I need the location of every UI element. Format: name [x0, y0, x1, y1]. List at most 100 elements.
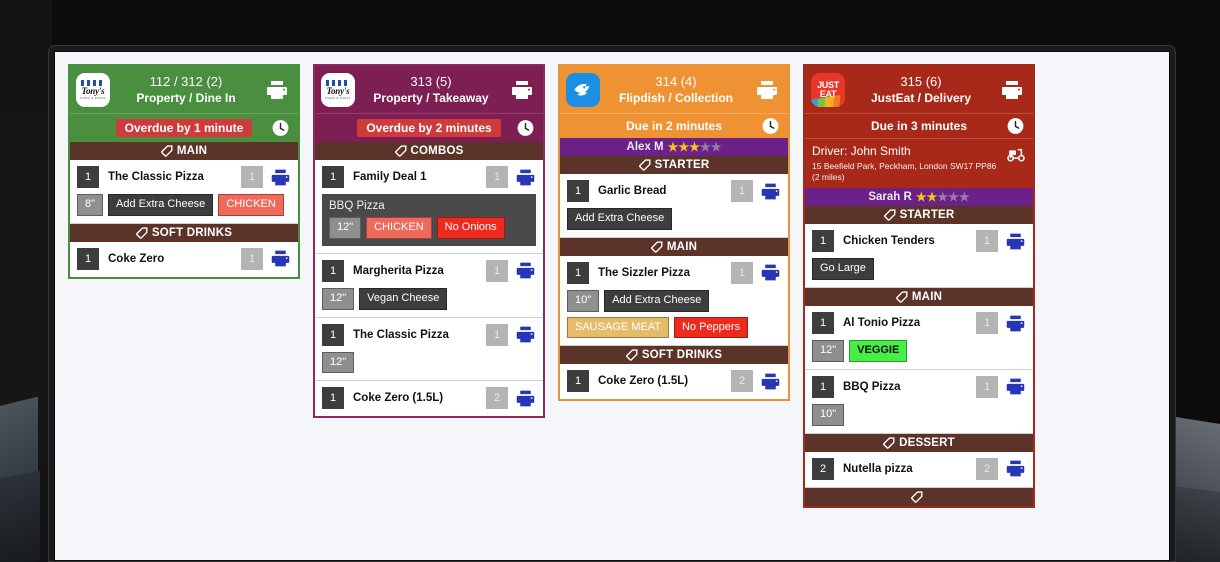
rating-star: ★ [926, 190, 938, 205]
printer-icon[interactable] [1005, 231, 1026, 252]
kitchen-display-screen: Tony's PIZZA & PASTA 112 / 312 (2) Property… [54, 51, 1170, 561]
ticket-item[interactable]: 1 Coke Zero (1.5L) 2 [315, 381, 543, 417]
item-row: 1 Margherita Pizza 1 [322, 259, 536, 282]
item-modifier-chip[interactable]: Add Extra Cheese [108, 194, 214, 216]
item-name: The Sizzler Pizza [598, 266, 691, 279]
rating-star: ★ [699, 140, 711, 154]
item-modifier-chip[interactable]: SAUSAGE MEAT [567, 316, 669, 339]
item-row: 1 Coke Zero (1.5L) 2 [322, 387, 536, 410]
printer-icon[interactable] [515, 167, 536, 188]
section-category-bar: MAIN [560, 237, 788, 256]
ticket-header-text: 112 / 312 (2) Property / Dine In [110, 74, 262, 105]
order-number: 314 (4) [655, 74, 697, 90]
rating-star: ★ [915, 190, 927, 205]
printer-icon[interactable] [760, 181, 781, 202]
staff-rating-bar: Alex M ★★★★★ [560, 138, 788, 156]
order-ticket[interactable]: Tony's PIZZA & PASTA 112 / 312 (2) Property… [68, 64, 300, 279]
driver-name: Driver: John Smith [812, 144, 911, 158]
ticket-item[interactable]: 1 Chicken Tenders 1 Go Large [805, 224, 1033, 288]
printer-icon[interactable] [1005, 458, 1026, 479]
item-modifier-chip[interactable]: 8" [77, 194, 104, 216]
item-row: 1 The Sizzler Pizza 1 [567, 261, 781, 284]
item-name: Coke Zero (1.5L) [353, 392, 444, 405]
ticket-item[interactable]: 1 Garlic Bread 1 Add Extra Cheese [560, 174, 788, 238]
ticket-due-bar: Due in 3 minutes [805, 113, 1033, 138]
driver-block[interactable]: Driver: John Smith 15 Beefield Park, Peck… [805, 138, 1033, 189]
printer-icon[interactable] [760, 371, 781, 392]
item-modifier-chip[interactable]: CHICKEN [366, 217, 432, 239]
item-modifier-chip[interactable]: Vegan Cheese [359, 287, 448, 310]
item-modifier-chip[interactable]: No Peppers [673, 316, 749, 339]
ticket-item[interactable]: 1 Coke Zero 1 [70, 241, 298, 277]
scooter-icon [1006, 145, 1026, 162]
item-modifier-chip[interactable]: 10" [812, 403, 845, 426]
section-category-bar: MAIN [805, 288, 1033, 306]
item-printed-quantity: 1 [731, 180, 753, 202]
due-status-text: Due in 3 minutes [870, 119, 968, 133]
printer-icon[interactable] [515, 324, 536, 345]
printer-icon[interactable] [1005, 376, 1026, 397]
item-modifier-chip[interactable]: 12" [322, 287, 355, 310]
clock-icon[interactable] [271, 119, 290, 138]
staff-rating-bar: Sarah R ★★★★★ [805, 188, 1033, 207]
item-name: Al Tonio Pizza [843, 317, 921, 329]
ticket-header: Tony's PIZZA & PASTA 112 / 312 (2) Property… [70, 66, 298, 113]
printer-icon[interactable] [997, 78, 1027, 102]
clock-icon[interactable] [761, 117, 780, 136]
printer-icon[interactable] [515, 388, 536, 409]
printer-icon[interactable] [760, 262, 781, 283]
printer-icon[interactable] [752, 78, 782, 102]
ticket-item[interactable]: 1 Coke Zero (1.5L) 2 [560, 364, 788, 400]
clock-icon[interactable] [516, 119, 535, 138]
ticket-item[interactable]: 1 Family Deal 1 1 BBQ Pizza 12" CHICKEN No Oni… [315, 160, 543, 254]
item-modifier-list: 12" Vegan Cheese [322, 287, 536, 310]
star-rating: ★★★★★ [668, 141, 722, 153]
tag-icon [651, 241, 663, 253]
item-modifier-chip[interactable]: Add Extra Cheese [567, 208, 673, 230]
item-modifier-chip[interactable]: VEGGIE [849, 340, 908, 362]
item-modifier-chip[interactable]: 12" [812, 340, 845, 362]
printer-icon[interactable] [1005, 313, 1026, 334]
printer-icon[interactable] [270, 167, 291, 188]
ticket-header-text: 315 (6) JustEat / Delivery [845, 74, 997, 105]
item-modifier-chip[interactable]: 12" [322, 351, 355, 374]
ticket-due-bar: Overdue by 1 minute [70, 113, 298, 142]
order-ticket[interactable]: 314 (4) Flipdish / Collection Due in 2 min… [558, 64, 790, 402]
item-quantity: 1 [77, 166, 99, 188]
section-category-bar: SOFT DRINKS [70, 223, 298, 242]
ticket-item[interactable]: 1 The Classic Pizza 1 8" Add Extra Cheese CHI… [70, 160, 298, 224]
order-ticket[interactable]: Tony's PIZZA & PASTA 313 (5) Property / Tak… [313, 64, 545, 419]
clock-icon[interactable] [1006, 117, 1025, 136]
item-modifier-chip[interactable]: Go Large [812, 258, 874, 280]
item-printed-quantity: 1 [241, 166, 263, 188]
item-modifier-chip[interactable]: No Onions [436, 217, 505, 239]
section-category-label: MAIN [176, 145, 208, 157]
printer-icon[interactable] [270, 248, 291, 269]
delivery-address: 15 Beefield Park, Peckham, London SW17 P… [812, 161, 997, 182]
item-row: 2 Nutella pizza 2 [812, 457, 1026, 480]
printer-icon[interactable] [515, 260, 536, 281]
ticket-header: 314 (4) Flipdish / Collection [560, 66, 788, 113]
item-modifier-chip[interactable]: Add Extra Cheese [604, 289, 710, 312]
ticket-item[interactable]: 1 BBQ Pizza 1 10" [805, 369, 1033, 434]
ticket-item[interactable]: 1 The Classic Pizza 1 12" [315, 317, 543, 382]
star-rating: ★★★★★ [916, 191, 970, 203]
order-source: Property / Takeaway [373, 90, 489, 105]
item-modifier-chip[interactable]: 10" [567, 289, 600, 312]
order-ticket-rail[interactable]: Tony's PIZZA & PASTA 112 / 312 (2) Property… [68, 64, 1169, 508]
printer-icon[interactable] [262, 78, 292, 102]
tonys-logo: Tony's PIZZA & PASTA [321, 73, 355, 107]
ticket-item[interactable]: 2 Nutella pizza 2 [805, 451, 1033, 488]
tag-icon [896, 291, 908, 303]
rating-star: ★ [678, 140, 690, 154]
ticket-header: JUST EAT 315 (6) JustEat / Delivery [805, 66, 1033, 113]
item-printed-quantity: 2 [731, 370, 753, 393]
item-modifier-chip[interactable]: CHICKEN [218, 194, 284, 216]
order-ticket[interactable]: JUST EAT 315 (6) JustEat / Delivery Due in 3… [803, 64, 1035, 508]
ticket-item[interactable]: 1 Al Tonio Pizza 1 12" VEGGIE [805, 306, 1033, 370]
ticket-item[interactable]: 1 Margherita Pizza 1 12" Vegan Cheese [315, 253, 543, 318]
printer-icon[interactable] [507, 78, 537, 102]
item-modifier-chip[interactable]: 12" [329, 217, 362, 239]
ticket-item[interactable]: 1 The Sizzler Pizza 1 10" Add Extra Cheese SA… [560, 255, 788, 347]
rating-star: ★ [667, 140, 679, 154]
